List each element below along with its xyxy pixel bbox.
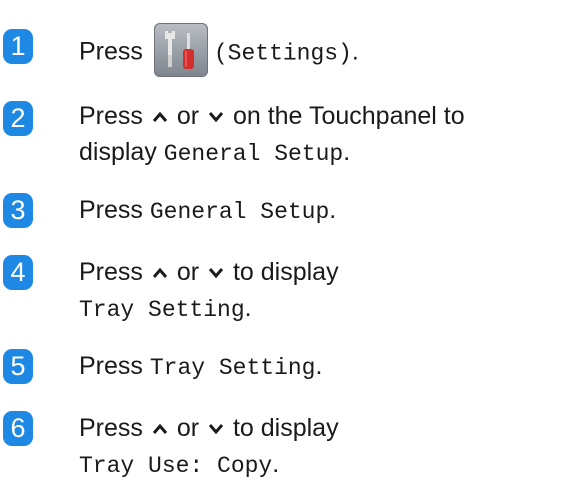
chevron-down-icon xyxy=(208,424,224,435)
press-label: Press xyxy=(79,352,143,380)
setting-name: Tray Setting xyxy=(79,297,245,323)
setting-name: Tray Use: Copy xyxy=(79,453,273,479)
period: . xyxy=(343,138,351,166)
settings-icon[interactable] xyxy=(153,23,208,77)
press-label: Press xyxy=(79,196,143,224)
step-text-line-1: Press or on the Touchpanel to xyxy=(79,96,465,136)
press-label: Press xyxy=(79,258,143,286)
step-text-line-1: Press or to display xyxy=(79,408,339,448)
line-tail: on the Touchpanel to xyxy=(232,102,465,130)
setting-name: General Setup xyxy=(163,141,344,167)
chevron-down-icon xyxy=(208,268,224,279)
step-number: 3 xyxy=(3,193,33,228)
step-text: Press (Settings). xyxy=(79,23,359,80)
setting-name: Tray Setting xyxy=(149,355,316,381)
period: . xyxy=(351,37,359,66)
step-text-line-1: Press or to display xyxy=(79,252,339,292)
chevron-up-icon xyxy=(152,268,167,279)
period: . xyxy=(315,352,323,380)
step-number: 1 xyxy=(3,29,33,64)
step-number: 2 xyxy=(3,101,33,136)
period: . xyxy=(244,294,252,322)
step-number: 6 xyxy=(3,411,33,446)
step-text: Press Tray Setting. xyxy=(79,346,322,388)
period: . xyxy=(329,196,337,224)
line-tail: to display xyxy=(232,414,339,442)
line-tail: to display xyxy=(232,258,339,286)
display-label: display xyxy=(79,138,157,166)
press-label: Press xyxy=(79,414,143,442)
chevron-up-icon xyxy=(152,424,167,435)
step-text: Press General Setup. xyxy=(79,190,336,232)
or-label: or xyxy=(176,102,200,130)
or-label: or xyxy=(176,258,200,286)
setting-name: General Setup xyxy=(149,199,330,225)
step-number: 5 xyxy=(3,349,33,384)
step-text-line-2: Tray Use: Copy. xyxy=(79,444,279,486)
step-text-line-2: display General Setup. xyxy=(79,132,350,174)
press-label: Press xyxy=(79,37,143,66)
period: . xyxy=(272,450,280,478)
chevron-up-icon xyxy=(152,112,167,123)
step-text-line-2: Tray Setting. xyxy=(79,288,252,330)
press-label: Press xyxy=(79,102,143,130)
settings-label: (Settings) xyxy=(213,40,352,67)
chevron-down-icon xyxy=(208,112,224,123)
or-label: or xyxy=(176,414,200,442)
step-number: 4 xyxy=(3,255,33,290)
